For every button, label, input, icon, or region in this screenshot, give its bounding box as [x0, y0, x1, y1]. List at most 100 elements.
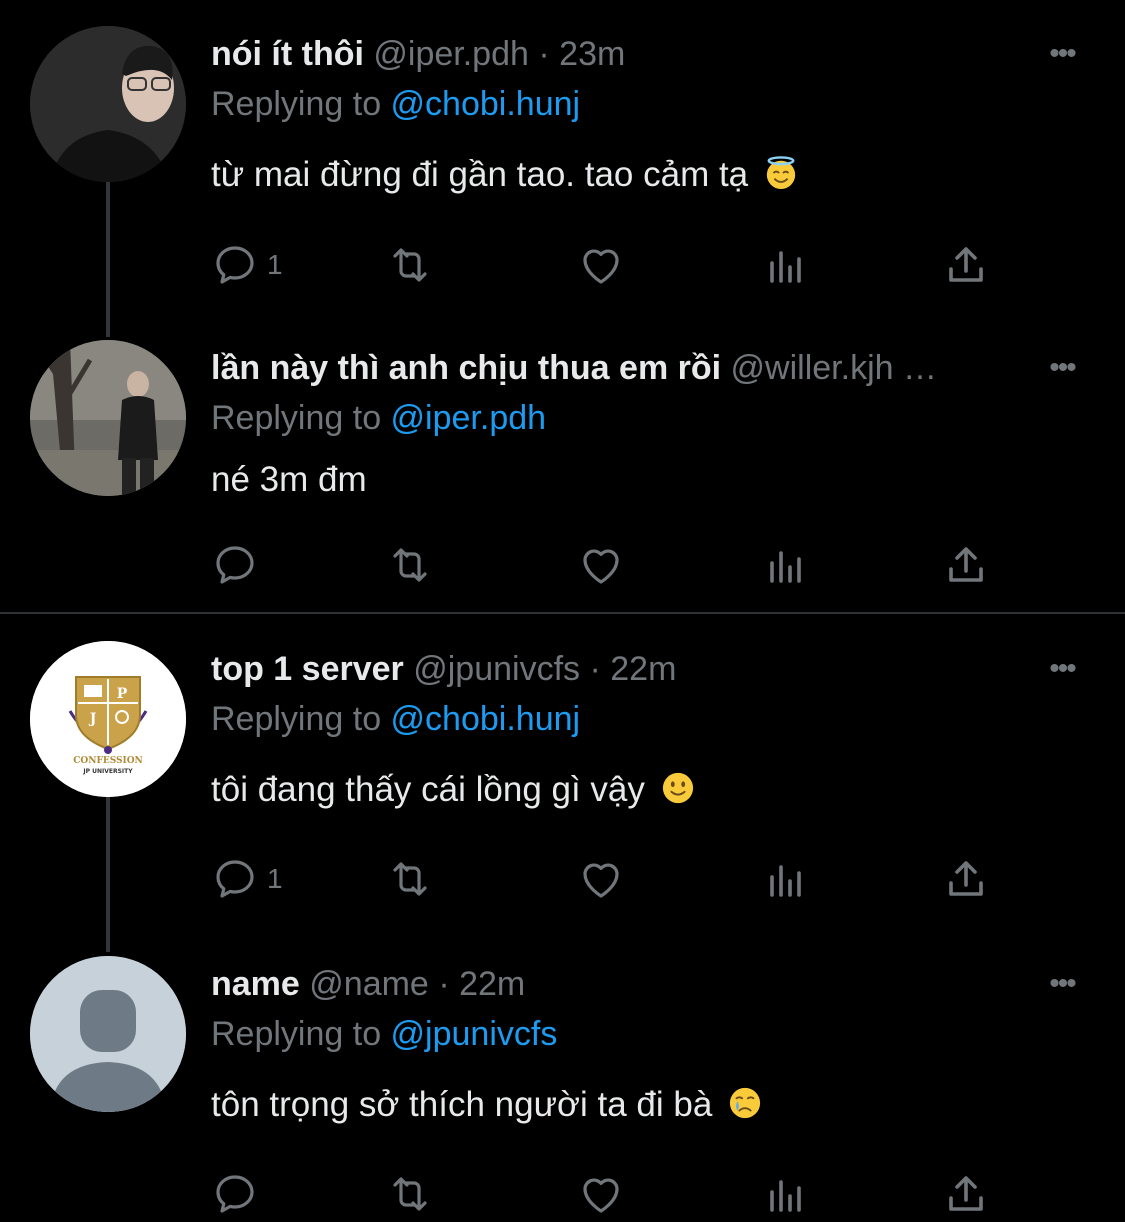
- reply-button[interactable]: [211, 537, 267, 593]
- tweet-header: lần này thì anh chịu thua em rồi @willer…: [211, 344, 1031, 392]
- tweet-text-content: tôi đang thấy cái lồng gì vậy: [211, 770, 645, 809]
- retweet-icon: [393, 548, 427, 582]
- tweet-header: nói ít thôi @iper.pdh · 23m: [211, 30, 1031, 78]
- tweet-text-content: né 3m đm: [211, 460, 367, 499]
- like-button[interactable]: [577, 537, 625, 593]
- separator-dot: ·: [589, 650, 601, 688]
- retweet-button[interactable]: [386, 237, 434, 293]
- reply-button[interactable]: [211, 1166, 267, 1222]
- tweet-text: từ mai đừng đi gần tao. tao cảm tạ: [211, 151, 798, 199]
- share-button[interactable]: [942, 537, 990, 593]
- crest-text-confession: CONFESSION: [73, 756, 143, 766]
- avatar-photo: [30, 26, 186, 182]
- conversation-divider: [0, 612, 1125, 614]
- share-icon: [949, 247, 983, 282]
- more-options-icon[interactable]: •••: [1040, 353, 1084, 383]
- more-options-icon[interactable]: •••: [1040, 39, 1084, 69]
- crest-text-university: JP UNIVERSITY: [82, 768, 133, 775]
- views-button[interactable]: [762, 1166, 810, 1222]
- tweet[interactable]: P J CONFESSION JP UNIVERSITY top 1 serve…: [0, 641, 1125, 931]
- replying-to: Replying to @iper.pdh: [211, 394, 546, 442]
- retweet-icon: [393, 862, 427, 896]
- mention-link[interactable]: @jpunivcfs: [391, 1015, 558, 1053]
- like-button[interactable]: [577, 851, 625, 907]
- avatar[interactable]: [30, 340, 186, 496]
- crest-letter-j: J: [88, 711, 97, 727]
- tweet-text: né 3m đm: [211, 456, 367, 504]
- tweet-actions: 1: [211, 851, 1031, 907]
- timestamp[interactable]: 22m: [610, 650, 676, 688]
- avatar[interactable]: [30, 26, 186, 182]
- views-chart-icon: [770, 1180, 801, 1212]
- replying-to-label: Replying to: [211, 85, 391, 123]
- avatar-photo: [30, 340, 186, 496]
- replying-to-label: Replying to: [211, 1015, 391, 1053]
- tweet-actions: 1: [211, 237, 1031, 293]
- heart-icon: [583, 863, 619, 898]
- username[interactable]: @jpunivcfs: [413, 650, 580, 688]
- default-avatar-icon: [30, 956, 186, 1112]
- slightly-smiling-face-icon: [662, 772, 693, 804]
- retweet-icon: [393, 1177, 427, 1211]
- crest-letter-p: P: [117, 686, 128, 702]
- display-name[interactable]: lần này thì anh chịu thua em rồi: [211, 349, 721, 387]
- tweet-actions: [211, 1166, 1031, 1222]
- display-name[interactable]: top 1 server: [211, 650, 404, 688]
- tweet-text-content: tôn trọng sở thích người ta đi bà: [211, 1085, 713, 1124]
- tweet[interactable]: name @name · 22m ••• Replying to @jpuniv…: [0, 956, 1125, 1221]
- replying-to-label: Replying to: [211, 399, 391, 437]
- retweet-button[interactable]: [386, 537, 434, 593]
- reply-button[interactable]: 1: [211, 237, 283, 293]
- views-button[interactable]: [762, 237, 810, 293]
- share-icon: [949, 1176, 983, 1211]
- display-name[interactable]: name: [211, 965, 300, 1003]
- retweet-button[interactable]: [386, 1166, 434, 1222]
- avatar[interactable]: P J CONFESSION JP UNIVERSITY: [30, 641, 186, 797]
- views-chart-icon: [770, 551, 801, 583]
- avatar[interactable]: [30, 956, 186, 1112]
- reply-icon: [216, 1175, 254, 1213]
- reply-icon: [216, 246, 254, 284]
- more-options-icon[interactable]: •••: [1040, 969, 1084, 999]
- tweet[interactable]: lần này thì anh chịu thua em rồi @willer…: [0, 340, 1125, 610]
- heart-icon: [583, 249, 619, 284]
- views-button[interactable]: [762, 851, 810, 907]
- share-icon: [949, 547, 983, 582]
- reply-count: 1: [267, 249, 283, 280]
- mention-link[interactable]: @chobi.hunj: [391, 85, 581, 123]
- share-button[interactable]: [942, 851, 990, 907]
- tweet[interactable]: nói ít thôi @iper.pdh · 23m ••• Replying…: [0, 26, 1125, 316]
- like-button[interactable]: [577, 237, 625, 293]
- retweet-button[interactable]: [386, 851, 434, 907]
- tweet-text-content: từ mai đừng đi gần tao. tao cảm tạ: [211, 155, 749, 194]
- tweet-actions: [211, 537, 1031, 593]
- reply-icon: [216, 546, 254, 584]
- display-name[interactable]: nói ít thôi: [211, 35, 364, 73]
- tweet-header: top 1 server @jpunivcfs · 22m: [211, 645, 1031, 693]
- mention-link[interactable]: @iper.pdh: [391, 399, 547, 437]
- separator-dot: ·: [438, 965, 450, 1003]
- replying-to: Replying to @jpunivcfs: [211, 1010, 557, 1058]
- heart-icon: [583, 1178, 619, 1213]
- username[interactable]: @iper.pdh: [373, 35, 529, 73]
- crying-face-icon: [729, 1087, 761, 1119]
- like-button[interactable]: [577, 1166, 625, 1222]
- heart-icon: [583, 549, 619, 584]
- username[interactable]: @name: [309, 965, 429, 1003]
- smiling-face-with-halo-icon: [766, 156, 796, 190]
- reply-icon: [216, 860, 254, 898]
- share-button[interactable]: [942, 237, 990, 293]
- tweet-header: name @name · 22m: [211, 960, 1031, 1008]
- university-crest-logo: P J CONFESSION JP UNIVERSITY: [30, 641, 186, 797]
- separator-dot: ·: [538, 35, 550, 73]
- views-button[interactable]: [762, 537, 810, 593]
- timestamp[interactable]: 22m: [459, 965, 525, 1003]
- timestamp[interactable]: 23m: [559, 35, 625, 73]
- replying-to: Replying to @chobi.hunj: [211, 80, 580, 128]
- more-options-icon[interactable]: •••: [1040, 654, 1084, 684]
- username[interactable]: @willer.kjh …: [731, 349, 937, 387]
- reply-button[interactable]: 1: [211, 851, 283, 907]
- share-button[interactable]: [942, 1166, 990, 1222]
- mention-link[interactable]: @chobi.hunj: [391, 700, 581, 738]
- views-chart-icon: [770, 251, 801, 283]
